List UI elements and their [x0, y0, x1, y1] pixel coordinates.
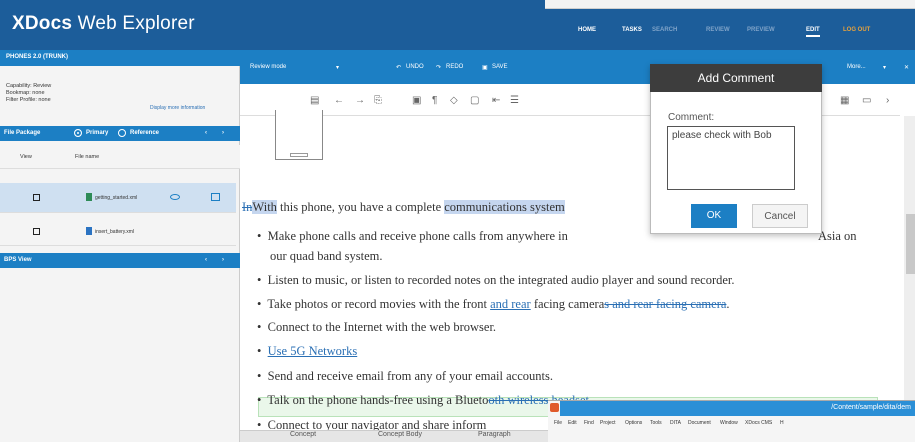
- menu-help[interactable]: H: [780, 420, 784, 426]
- menu-project[interactable]: Project: [600, 420, 616, 426]
- app-logo: XDocs Web Explorer: [12, 13, 195, 34]
- menu-edit[interactable]: Edit: [568, 420, 577, 426]
- col-file-name[interactable]: File name: [75, 154, 99, 160]
- paragraph-icon[interactable]: ¶: [432, 95, 437, 106]
- scroll-thumb[interactable]: [906, 214, 915, 274]
- save-icon[interactable]: ▣: [482, 64, 488, 71]
- vertical-scrollbar[interactable]: [904, 116, 915, 442]
- nav-home[interactable]: HOME: [578, 27, 596, 33]
- xml-file-icon: [86, 227, 92, 235]
- window-icon[interactable]: [211, 193, 220, 201]
- menu-find[interactable]: Find: [584, 420, 594, 426]
- redo-button[interactable]: REDO: [446, 64, 463, 70]
- list-item[interactable]: • Talk on the phone hands-free using a B…: [242, 393, 592, 408]
- ok-button[interactable]: OK: [691, 204, 737, 228]
- nav-tasks[interactable]: TASKS: [622, 27, 642, 33]
- arrow-left-icon[interactable]: ←: [334, 95, 344, 106]
- primary-radio[interactable]: [74, 129, 82, 137]
- menu-tools[interactable]: Tools: [650, 420, 662, 426]
- app-icon: [550, 403, 559, 412]
- save-button[interactable]: SAVE: [492, 64, 508, 70]
- review-mode-select[interactable]: Review mode: [250, 64, 286, 70]
- table-icon[interactable]: ▦: [840, 95, 849, 106]
- menu-options[interactable]: Options: [625, 420, 642, 426]
- file-checkbox[interactable]: [33, 194, 40, 201]
- comment-label: Comment:: [668, 112, 715, 123]
- close-icon[interactable]: ✕: [904, 64, 909, 71]
- menu-window[interactable]: Window: [720, 420, 738, 426]
- menu-dita[interactable]: DITA: [670, 420, 681, 426]
- chevron-down-icon[interactable]: ▾: [336, 64, 339, 71]
- shape-icon[interactable]: ◇: [450, 95, 458, 106]
- xml-file-icon: [86, 193, 92, 201]
- tab-concept-body[interactable]: Concept Body: [378, 431, 422, 438]
- redo-icon[interactable]: ↷: [436, 64, 441, 71]
- chevron-right-icon[interactable]: ›: [886, 95, 889, 106]
- nav-logout[interactable]: LOG OUT: [843, 27, 870, 33]
- file-package-label: File Package: [4, 130, 41, 136]
- panel-icon[interactable]: ▭: [862, 95, 871, 106]
- intro-paragraph[interactable]: InWith this phone, you have a complete c…: [242, 200, 565, 215]
- file-name: getting_started.xml: [95, 195, 138, 201]
- eye-icon[interactable]: [170, 194, 180, 200]
- list-icon[interactable]: ☰: [510, 95, 519, 106]
- chevron-right-icon[interactable]: ›: [222, 257, 224, 263]
- nav-preview[interactable]: PREVIEW: [747, 27, 775, 33]
- info-filter: Filter Profile: none: [6, 97, 51, 103]
- phone-button: [290, 153, 308, 157]
- list-item[interactable]: • Take photos or record movies with the …: [242, 297, 730, 312]
- reference-radio[interactable]: [118, 129, 126, 137]
- undo-button[interactable]: UNDO: [406, 64, 424, 70]
- tab-concept[interactable]: Concept: [290, 431, 316, 438]
- list-item[interactable]: • Make phone calls and receive phone cal…: [242, 229, 568, 244]
- more-info-link[interactable]: Display more information: [150, 105, 205, 111]
- list-item-tail: Asia on: [818, 229, 857, 243]
- cancel-button[interactable]: Cancel: [752, 204, 808, 228]
- col-view[interactable]: View: [20, 154, 32, 160]
- document-icon[interactable]: ▢: [470, 95, 479, 106]
- copy-icon[interactable]: ⎘: [374, 95, 382, 106]
- chevron-right-icon[interactable]: ›: [222, 130, 224, 136]
- chevron-left-icon[interactable]: ‹: [205, 130, 207, 136]
- window-path: /Content/sample/dita/dem: [831, 404, 911, 411]
- info-bookmap: Bookmap: none: [6, 90, 45, 96]
- list-item[interactable]: • Listen to music, or listen to recorded…: [242, 273, 735, 288]
- indent-icon[interactable]: ⇤: [492, 95, 500, 106]
- comment-textarea[interactable]: please check with Bob: [667, 126, 795, 190]
- file-list-header: [0, 145, 240, 169]
- bps-view-label: BPS View: [4, 257, 32, 263]
- chevron-down-icon[interactable]: ▾: [883, 64, 886, 71]
- nav-search[interactable]: SEARCH: [652, 27, 677, 33]
- arrow-right-icon[interactable]: →: [355, 95, 365, 106]
- tab-paragraph[interactable]: Paragraph: [478, 431, 511, 438]
- file-checkbox[interactable]: [33, 228, 40, 235]
- list-item[interactable]: • Connect to the Internet with the web b…: [242, 320, 496, 335]
- reference-label: Reference: [130, 130, 160, 136]
- nav-review[interactable]: REVIEW: [706, 27, 730, 33]
- project-title: PHONES 2.0 (TRUNK): [0, 50, 240, 66]
- background-window-edge: [545, 0, 915, 9]
- undo-icon[interactable]: ↶: [396, 64, 401, 71]
- menu-document[interactable]: Document: [688, 420, 711, 426]
- dialog-title: Add Comment: [650, 64, 822, 92]
- list-item[interactable]: • Use 5G Networks: [242, 344, 357, 359]
- more-button[interactable]: More...: [847, 64, 866, 70]
- file-name: insert_battery.xml: [95, 229, 135, 235]
- list-item-cont: our quad band system.: [270, 249, 383, 263]
- image-icon[interactable]: ▣: [412, 95, 421, 106]
- comment-icon[interactable]: ▤: [310, 95, 319, 106]
- primary-label: Primary: [86, 130, 109, 136]
- info-capability: Capability: Review: [6, 83, 52, 89]
- chevron-left-icon[interactable]: ‹: [205, 257, 207, 263]
- nav-edit[interactable]: EDIT: [806, 27, 820, 37]
- bps-view-header: [0, 253, 240, 268]
- menu-file[interactable]: File: [554, 420, 562, 426]
- list-item[interactable]: • Send and receive email from any of you…: [242, 369, 553, 384]
- menu-xdocs-cms[interactable]: XDocs CMS: [745, 420, 772, 426]
